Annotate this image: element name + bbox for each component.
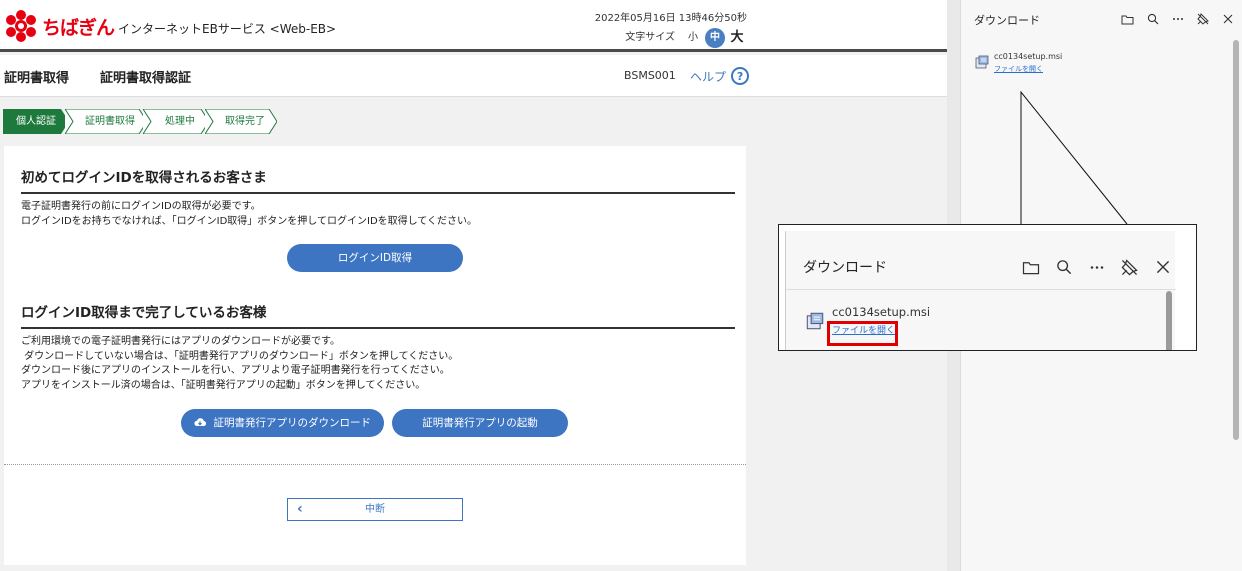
page-subtitle: 証明書取得認証: [100, 71, 192, 86]
section-existing-user-text: ご利用環境での電子証明書発行にはアプリのダウンロードが必要です。 ダウンロードし…: [21, 335, 458, 393]
zoomed-download-panel: ダウンロード cc0134setup.msi ファイルを開く: [785, 231, 1176, 350]
msi-file-icon: [975, 54, 989, 69]
pin-icon[interactable]: [1113, 255, 1146, 279]
folder-icon[interactable]: [1014, 255, 1047, 279]
title-bar: 証明書取得 証明書取得認証 BSMS001 ヘルプ ?: [0, 55, 947, 97]
brand-name: ちばぎん: [42, 16, 115, 39]
download-panel-title: ダウンロード: [974, 14, 1040, 27]
chibagin-logo-icon: [4, 9, 38, 43]
zoomed-scrollbar: [1166, 291, 1172, 350]
zoomed-download-title: ダウンロード: [803, 260, 887, 276]
section-first-login-title: 初めてログインIDを取得されるお客さま: [21, 166, 735, 194]
search-icon[interactable]: [1140, 10, 1165, 28]
divider: [4, 464, 746, 465]
step-label: 取得完了: [225, 116, 265, 127]
header-info: 2022年05月16日 13時46分50秒 文字サイズ 小 中 大: [595, 12, 747, 48]
font-size-selector: 文字サイズ 小 中 大: [595, 28, 747, 48]
download-filename: cc0134setup.msi: [994, 52, 1063, 61]
step-processing: 処理中: [143, 109, 209, 134]
service-name: インターネットEBサービス <Web-EB>: [118, 21, 337, 36]
site-header: ちばぎん インターネットEBサービス <Web-EB> 2022年05月16日 …: [0, 0, 947, 52]
pin-icon[interactable]: [1190, 10, 1215, 28]
text-line: ダウンロード後にアプリのインストールを行い、アプリより電子証明書発行を行ってくだ…: [21, 365, 450, 376]
close-icon[interactable]: [1215, 10, 1240, 28]
text-line: ご利用環境での電子証明書発行にはアプリのダウンロードが必要です。: [21, 336, 340, 347]
section-existing-user-title: ログインID取得まで完了しているお客様: [21, 301, 735, 329]
zoom-callout: ダウンロード cc0134setup.msi ファイルを開く: [778, 224, 1197, 351]
search-icon[interactable]: [1047, 255, 1080, 279]
step-complete: 取得完了: [205, 109, 277, 134]
cancel-label: 中断: [365, 504, 385, 515]
divider: [786, 289, 1176, 290]
text-line: アプリをインストール済の場合は、「証明書発行アプリの起動」ボタンを押してください…: [21, 379, 426, 391]
step-label: 個人認証: [16, 116, 56, 127]
download-app-label: 証明書発行アプリのダウンロード: [213, 417, 372, 429]
more-icon[interactable]: [1165, 10, 1190, 28]
download-toolbar: [1115, 10, 1240, 28]
help-icon: ?: [731, 67, 750, 85]
step-label: 証明書取得: [85, 116, 135, 127]
screen-id: BSMS001: [624, 69, 676, 82]
step-cert-acquire: 証明書取得: [65, 109, 147, 134]
open-file-link[interactable]: ファイルを開く: [994, 64, 1043, 74]
font-size-small-button[interactable]: 小: [683, 28, 703, 48]
chevron-left-icon: ‹: [297, 501, 303, 517]
help-link[interactable]: ヘルプ ?: [690, 67, 750, 85]
launch-app-button[interactable]: 証明書発行アプリの起動: [392, 409, 568, 437]
open-file-highlight-box: [827, 321, 898, 346]
page-title: 証明書取得: [4, 71, 70, 86]
content-card: 初めてログインIDを取得されるお客さま 電子証明書発行の前にログインIDの取得が…: [4, 146, 746, 565]
close-icon[interactable]: [1146, 255, 1179, 279]
step-label: 処理中: [165, 116, 195, 127]
font-size-large-button[interactable]: 大: [727, 28, 747, 48]
step-personal-auth: 個人認証: [3, 109, 69, 134]
font-size-label: 文字サイズ: [625, 32, 675, 43]
folder-icon[interactable]: [1115, 10, 1140, 28]
cloud-download-icon: [194, 416, 210, 429]
text-line: 電子証明書発行の前にログインIDの取得が必要です。: [21, 201, 261, 212]
bank-logo[interactable]: ちばぎん インターネットEBサービス <Web-EB>: [4, 9, 336, 43]
cancel-button[interactable]: ‹ 中断: [287, 498, 463, 521]
current-datetime: 2022年05月16日 13時46分50秒: [594, 13, 747, 24]
help-label: ヘルプ: [690, 69, 727, 84]
download-app-button[interactable]: 証明書発行アプリのダウンロード: [181, 409, 384, 437]
zoomed-download-filename: cc0134setup.msi: [832, 305, 931, 319]
text-line: ダウンロードしていない場合は、「証明書発行アプリのダウンロード」ボタンを押してく…: [21, 350, 459, 362]
zoomed-download-toolbar: [1014, 255, 1179, 279]
login-id-acquire-button[interactable]: ログインID取得: [287, 244, 463, 272]
msi-file-icon: [806, 311, 824, 331]
text-line: ログインIDをお持ちでなければ、「ログインID取得」ボタンを押してログインIDを…: [21, 215, 478, 227]
more-icon[interactable]: [1080, 255, 1113, 279]
section-first-login-text: 電子証明書発行の前にログインIDの取得が必要です。 ログインIDをお持ちでなけれ…: [21, 200, 477, 229]
download-panel-scrollbar[interactable]: [1233, 40, 1239, 440]
font-size-medium-button[interactable]: 中: [705, 28, 725, 48]
